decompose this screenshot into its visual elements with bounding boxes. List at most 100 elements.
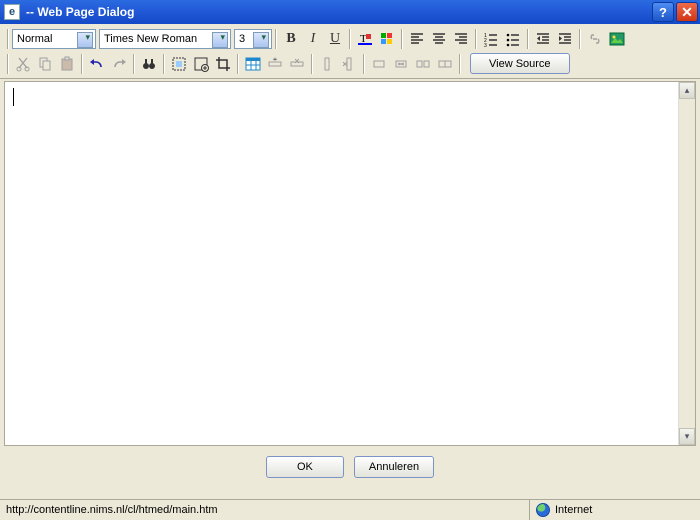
- toolbar-separator: [527, 29, 529, 49]
- font-family-value: Times New Roman: [104, 33, 197, 45]
- toolbar-separator: [7, 29, 9, 49]
- split-cell-button[interactable]: [434, 53, 456, 75]
- font-color-icon: T: [357, 31, 373, 47]
- numbered-list-icon: 123: [483, 31, 499, 47]
- insert-cell-button[interactable]: [368, 53, 390, 75]
- insert-link-button[interactable]: [584, 28, 606, 50]
- toolbar-separator: [349, 29, 351, 49]
- status-zone: Internet: [530, 500, 700, 520]
- bold-button[interactable]: B: [280, 28, 302, 50]
- italic-icon: I: [311, 31, 316, 47]
- insert-cell-icon: [371, 56, 387, 72]
- font-size-select[interactable]: 3: [234, 29, 272, 49]
- indent-icon: [557, 31, 573, 47]
- table-icon: [245, 56, 261, 72]
- toolbar-separator: [275, 29, 277, 49]
- app-icon: e: [4, 4, 20, 20]
- merge-cells-button[interactable]: [412, 53, 434, 75]
- outdent-button[interactable]: [532, 28, 554, 50]
- vertical-scrollbar[interactable]: ▴ ▾: [678, 82, 695, 445]
- show-borders-icon: [193, 56, 209, 72]
- paragraph-style-select[interactable]: Normal: [12, 29, 96, 49]
- toolbar-separator: [81, 54, 83, 74]
- align-right-button[interactable]: [450, 28, 472, 50]
- cut-button[interactable]: [12, 53, 34, 75]
- ok-button[interactable]: OK: [266, 456, 344, 478]
- numbered-list-button[interactable]: 123: [480, 28, 502, 50]
- copy-icon: [37, 56, 53, 72]
- toolbar-separator: [475, 29, 477, 49]
- delete-col-button[interactable]: [338, 53, 360, 75]
- toolbar-separator: [7, 54, 9, 74]
- font-size-value: 3: [239, 33, 245, 45]
- highlight-color-button[interactable]: [376, 28, 398, 50]
- title-bar: e -- Web Page Dialog ? ✕: [0, 0, 700, 24]
- crop-button[interactable]: [212, 53, 234, 75]
- align-center-button[interactable]: [428, 28, 450, 50]
- find-button[interactable]: [138, 53, 160, 75]
- delete-row-button[interactable]: [286, 53, 308, 75]
- insert-row-button[interactable]: [264, 53, 286, 75]
- align-center-icon: [431, 31, 447, 47]
- underline-icon: U: [330, 31, 340, 47]
- font-color-button[interactable]: T: [354, 28, 376, 50]
- align-left-icon: [409, 31, 425, 47]
- bullet-list-button[interactable]: [502, 28, 524, 50]
- underline-button[interactable]: U: [324, 28, 346, 50]
- copy-button[interactable]: [34, 53, 56, 75]
- delete-cell-button[interactable]: [390, 53, 412, 75]
- globe-icon: [536, 503, 550, 517]
- insert-image-button[interactable]: [606, 28, 628, 50]
- scroll-track[interactable]: [679, 99, 695, 428]
- binoculars-icon: [141, 56, 157, 72]
- toolbar-separator: [163, 54, 165, 74]
- toolbar-separator: [311, 54, 313, 74]
- undo-button[interactable]: [86, 53, 108, 75]
- status-url: http://contentline.nims.nl/cl/htmed/main…: [0, 500, 530, 520]
- delete-col-icon: [341, 56, 357, 72]
- toolbar-row-1: Normal Times New Roman 3 B I U T 123: [4, 26, 696, 51]
- font-family-select[interactable]: Times New Roman: [99, 29, 231, 49]
- svg-text:3: 3: [484, 43, 487, 47]
- view-source-label: View Source: [489, 58, 551, 70]
- redo-icon: [111, 56, 127, 72]
- insert-col-icon: [319, 56, 335, 72]
- insert-row-icon: [267, 56, 283, 72]
- bold-icon: B: [286, 31, 295, 47]
- cancel-label: Annuleren: [369, 461, 419, 473]
- view-source-button[interactable]: View Source: [470, 53, 570, 74]
- editor-textarea[interactable]: [5, 82, 678, 445]
- dialog-buttons: OK Annuleren: [0, 446, 700, 484]
- align-right-icon: [453, 31, 469, 47]
- toolbar-separator: [401, 29, 403, 49]
- insert-table-button[interactable]: [242, 53, 264, 75]
- paste-button[interactable]: [56, 53, 78, 75]
- align-left-button[interactable]: [406, 28, 428, 50]
- toolbar: Normal Times New Roman 3 B I U T 123: [0, 24, 700, 79]
- cancel-button[interactable]: Annuleren: [354, 456, 434, 478]
- ok-label: OK: [297, 461, 313, 473]
- crop-icon: [215, 56, 231, 72]
- show-borders-button[interactable]: [190, 53, 212, 75]
- toolbar-separator: [133, 54, 135, 74]
- toolbar-separator: [363, 54, 365, 74]
- window-title: -- Web Page Dialog: [26, 5, 652, 19]
- insert-col-button[interactable]: [316, 53, 338, 75]
- close-button[interactable]: ✕: [676, 2, 698, 22]
- status-bar: http://contentline.nims.nl/cl/htmed/main…: [0, 499, 700, 520]
- text-caret: [13, 88, 14, 106]
- delete-cell-icon: [393, 56, 409, 72]
- split-cell-icon: [437, 56, 453, 72]
- scroll-up-button[interactable]: ▴: [679, 82, 695, 99]
- outdent-icon: [535, 31, 551, 47]
- paste-icon: [59, 56, 75, 72]
- scroll-down-button[interactable]: ▾: [679, 428, 695, 445]
- paragraph-style-value: Normal: [17, 33, 52, 45]
- italic-button[interactable]: I: [302, 28, 324, 50]
- select-all-button[interactable]: [168, 53, 190, 75]
- redo-button[interactable]: [108, 53, 130, 75]
- toolbar-separator: [579, 29, 581, 49]
- link-icon: [587, 31, 603, 47]
- indent-button[interactable]: [554, 28, 576, 50]
- help-button[interactable]: ?: [652, 2, 674, 22]
